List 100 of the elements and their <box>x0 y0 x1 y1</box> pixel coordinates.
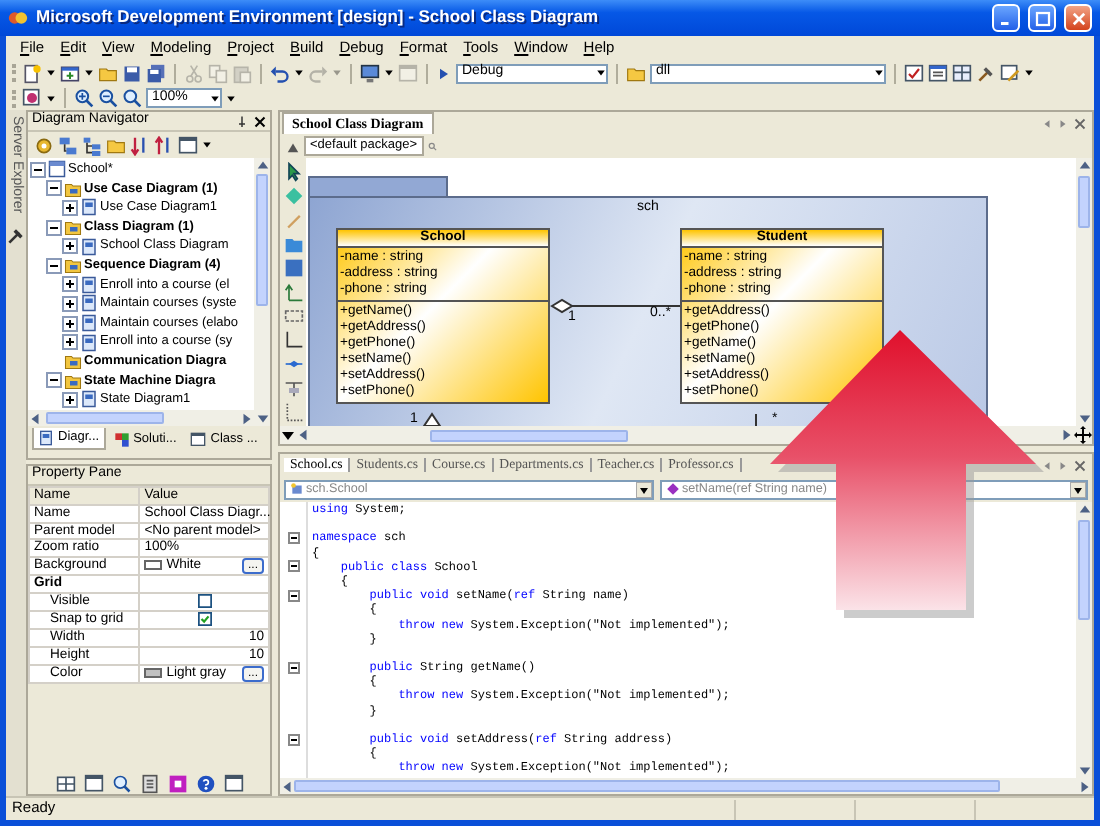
scroll-thumb[interactable] <box>1078 520 1090 620</box>
folder-icon <box>64 218 82 237</box>
minimize-button[interactable] <box>992 4 1020 32</box>
window-icon[interactable] <box>178 135 198 155</box>
gear-icon[interactable] <box>34 135 54 155</box>
scroll-thumb[interactable] <box>1078 176 1090 229</box>
question-window-icon[interactable] <box>22 88 42 108</box>
close-icon[interactable] <box>254 115 266 127</box>
grid-icon[interactable] <box>55 773 75 793</box>
window-plus-icon[interactable] <box>60 63 80 83</box>
dropdown-arrow-icon[interactable] <box>384 68 394 78</box>
scroll-thumb[interactable] <box>430 429 628 441</box>
collapse-toggle[interactable] <box>46 372 62 389</box>
dropdown-arrow-icon[interactable] <box>596 68 606 78</box>
expand-toggle[interactable] <box>62 295 78 312</box>
scroll-right-icon[interactable] <box>1058 117 1068 129</box>
play-icon[interactable] <box>436 65 452 81</box>
window-pencil-icon[interactable] <box>1000 63 1020 83</box>
undo-arrow-icon[interactable] <box>270 63 290 83</box>
boxes-icon[interactable] <box>113 432 130 448</box>
window-grid-icon[interactable] <box>952 63 972 83</box>
diagram-icon <box>80 333 98 352</box>
window-icon[interactable] <box>190 432 207 448</box>
dropdown-arrow-icon[interactable] <box>280 427 296 443</box>
square-icon[interactable] <box>167 773 187 793</box>
up-arrow-icon[interactable] <box>286 139 300 153</box>
elbow-line-icon[interactable] <box>283 330 303 350</box>
magnifier-icon[interactable] <box>111 773 131 793</box>
box-icon[interactable] <box>283 258 303 278</box>
fold-toggle[interactable] <box>287 560 299 573</box>
scroll-left-icon[interactable] <box>1042 117 1052 129</box>
maximize-icon[interactable] <box>1033 9 1051 27</box>
expand-toggle[interactable] <box>62 315 78 332</box>
scroll-thumb[interactable] <box>294 780 1000 792</box>
zoom-out-icon[interactable] <box>98 88 118 108</box>
dropdown-arrow-icon[interactable] <box>46 68 56 78</box>
scroll-right-icon[interactable] <box>1058 459 1068 471</box>
connector-line <box>755 413 757 426</box>
dropdown-arrow-icon[interactable] <box>1024 68 1034 78</box>
scroll-down-icon[interactable] <box>1077 412 1091 426</box>
diagram-icon <box>80 314 98 333</box>
scroll-left-icon[interactable] <box>296 428 310 442</box>
maximize-button[interactable] <box>1028 4 1056 32</box>
dropdown-arrow-icon[interactable] <box>874 68 884 78</box>
window-check-icon[interactable] <box>904 63 924 83</box>
sort-up-icon[interactable] <box>154 135 174 155</box>
folder-icon[interactable] <box>626 63 646 83</box>
fold-toggle[interactable] <box>287 661 299 674</box>
expand-toggle[interactable] <box>62 391 78 408</box>
fold-toggle[interactable] <box>287 589 299 602</box>
collapse-toggle[interactable] <box>46 219 62 236</box>
dotted-line-icon[interactable] <box>283 402 303 422</box>
collapse-toggle[interactable] <box>30 161 46 178</box>
scrollbar[interactable] <box>1076 502 1092 778</box>
expand-toggle[interactable] <box>62 199 78 216</box>
fold-toggle[interactable] <box>287 733 299 746</box>
expand-toggle[interactable] <box>62 238 78 255</box>
help-icon[interactable] <box>195 773 215 793</box>
scroll-thumb[interactable] <box>256 174 268 306</box>
close-button[interactable] <box>1064 4 1092 32</box>
scrollbar[interactable] <box>1076 158 1092 426</box>
window-list-icon[interactable] <box>928 63 948 83</box>
calculator-icon[interactable] <box>139 773 159 793</box>
magnifier-icon[interactable] <box>122 88 142 108</box>
connector-icon[interactable] <box>283 282 303 302</box>
dropdown-arrow-icon[interactable] <box>1070 481 1086 497</box>
hammer-icon[interactable] <box>6 225 26 246</box>
dropdown-arrow-icon[interactable] <box>84 68 94 78</box>
monitor-icon[interactable] <box>360 63 380 83</box>
scrollbar[interactable] <box>28 410 254 426</box>
expand-toggle[interactable] <box>62 334 78 351</box>
window-icon[interactable] <box>223 773 243 793</box>
expand-toggle[interactable] <box>62 276 78 293</box>
scrollbar[interactable] <box>280 778 1092 794</box>
window-icon[interactable] <box>83 773 103 793</box>
diagram-icon[interactable] <box>38 430 54 446</box>
checkbox[interactable] <box>197 612 212 627</box>
bar-icon[interactable] <box>283 378 303 398</box>
floppy-disks-icon[interactable] <box>146 63 166 83</box>
fold-toggle[interactable] <box>287 531 299 544</box>
scrollbar[interactable] <box>254 158 270 426</box>
magnifier-icon[interactable] <box>427 141 437 151</box>
pointer-icon[interactable] <box>283 162 303 182</box>
sort-down-icon[interactable] <box>130 135 150 155</box>
folder-icon[interactable] <box>283 234 303 254</box>
collapse-toggle[interactable] <box>46 257 62 274</box>
pin-icon[interactable] <box>236 114 248 128</box>
dropdown-arrow-icon[interactable] <box>636 481 652 497</box>
tree-icon[interactable] <box>82 135 102 155</box>
dashed-box-icon[interactable] <box>283 306 303 326</box>
collapse-toggle[interactable] <box>46 180 62 197</box>
zoom-in-icon[interactable] <box>74 88 94 108</box>
dropdown-arrow-icon[interactable] <box>46 93 56 103</box>
hammer-icon[interactable] <box>976 63 996 83</box>
dropdown-arrow-icon[interactable] <box>294 68 304 78</box>
scroll-thumb[interactable] <box>46 412 165 424</box>
move-icon[interactable] <box>1074 426 1092 444</box>
checkbox[interactable] <box>197 594 212 609</box>
boxes-icon[interactable] <box>58 135 78 155</box>
dropdown-arrow-icon[interactable] <box>202 140 212 150</box>
